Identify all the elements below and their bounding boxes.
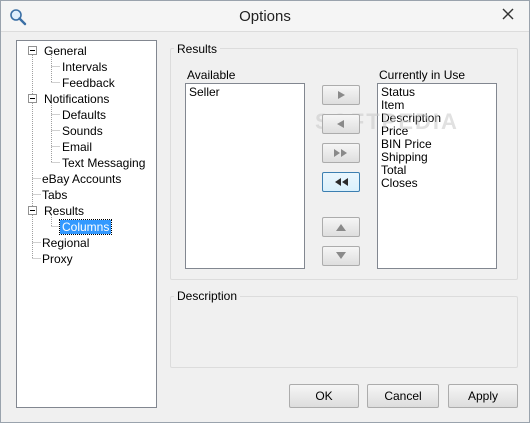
ok-button[interactable]: OK — [289, 384, 359, 408]
arrow-left-icon — [337, 120, 344, 128]
list-item[interactable]: Seller — [186, 86, 304, 99]
options-window: Options General Intervals Feedback Notif… — [0, 0, 530, 423]
expand-notifications-icon[interactable] — [28, 94, 37, 103]
tree-item-sounds[interactable]: Sounds — [60, 123, 105, 139]
cancel-button[interactable]: Cancel — [367, 384, 439, 408]
tree-item-proxy[interactable]: Proxy — [40, 251, 75, 267]
tree-item-general[interactable]: General — [42, 43, 89, 59]
add-all-columns-button[interactable] — [322, 143, 360, 163]
tree-item-notifications[interactable]: Notifications — [42, 91, 111, 107]
arrow-down-icon — [336, 252, 346, 259]
tree-item-results[interactable]: Results — [42, 203, 86, 219]
arrow-right-icon — [338, 91, 345, 99]
tree-item-tabs[interactable]: Tabs — [40, 187, 69, 203]
expand-results-icon[interactable] — [28, 206, 37, 215]
tree-item-intervals[interactable]: Intervals — [60, 59, 109, 75]
list-item[interactable]: Closes — [378, 177, 496, 190]
currently-in-use-list[interactable]: Status Item Description Price BIN Price … — [377, 83, 497, 269]
tree-item-ebay-accounts[interactable]: eBay Accounts — [40, 171, 123, 187]
window-title: Options — [239, 8, 291, 25]
arrow-up-icon — [336, 224, 346, 231]
close-icon — [502, 8, 514, 23]
move-down-button[interactable] — [322, 246, 360, 266]
tree-item-feedback[interactable]: Feedback — [60, 75, 117, 91]
tree-item-regional[interactable]: Regional — [40, 235, 91, 251]
available-list[interactable]: Seller — [185, 83, 305, 269]
double-arrow-right-icon — [334, 149, 347, 157]
double-arrow-left-icon — [335, 178, 348, 186]
description-group-label: Description — [174, 289, 241, 303]
tree-item-columns[interactable]: Columns — [58, 219, 113, 235]
expand-general-icon[interactable] — [28, 46, 37, 55]
description-group — [170, 296, 518, 368]
tree-item-defaults[interactable]: Defaults — [60, 107, 108, 123]
add-column-button[interactable] — [322, 85, 360, 105]
tree-item-text-messaging[interactable]: Text Messaging — [60, 155, 147, 171]
apply-button[interactable]: Apply — [448, 384, 518, 408]
currently-in-use-label: Currently in Use — [379, 68, 466, 82]
settings-tree[interactable]: General Intervals Feedback Notifications… — [16, 40, 157, 408]
close-button[interactable] — [493, 5, 523, 25]
available-label: Available — [187, 68, 236, 82]
tree-item-email[interactable]: Email — [60, 139, 94, 155]
remove-column-button[interactable] — [322, 114, 360, 134]
remove-all-columns-button[interactable] — [322, 172, 360, 192]
move-up-button[interactable] — [322, 217, 360, 237]
results-group-label: Results — [174, 42, 221, 56]
title-bar[interactable]: Options — [1, 1, 529, 32]
